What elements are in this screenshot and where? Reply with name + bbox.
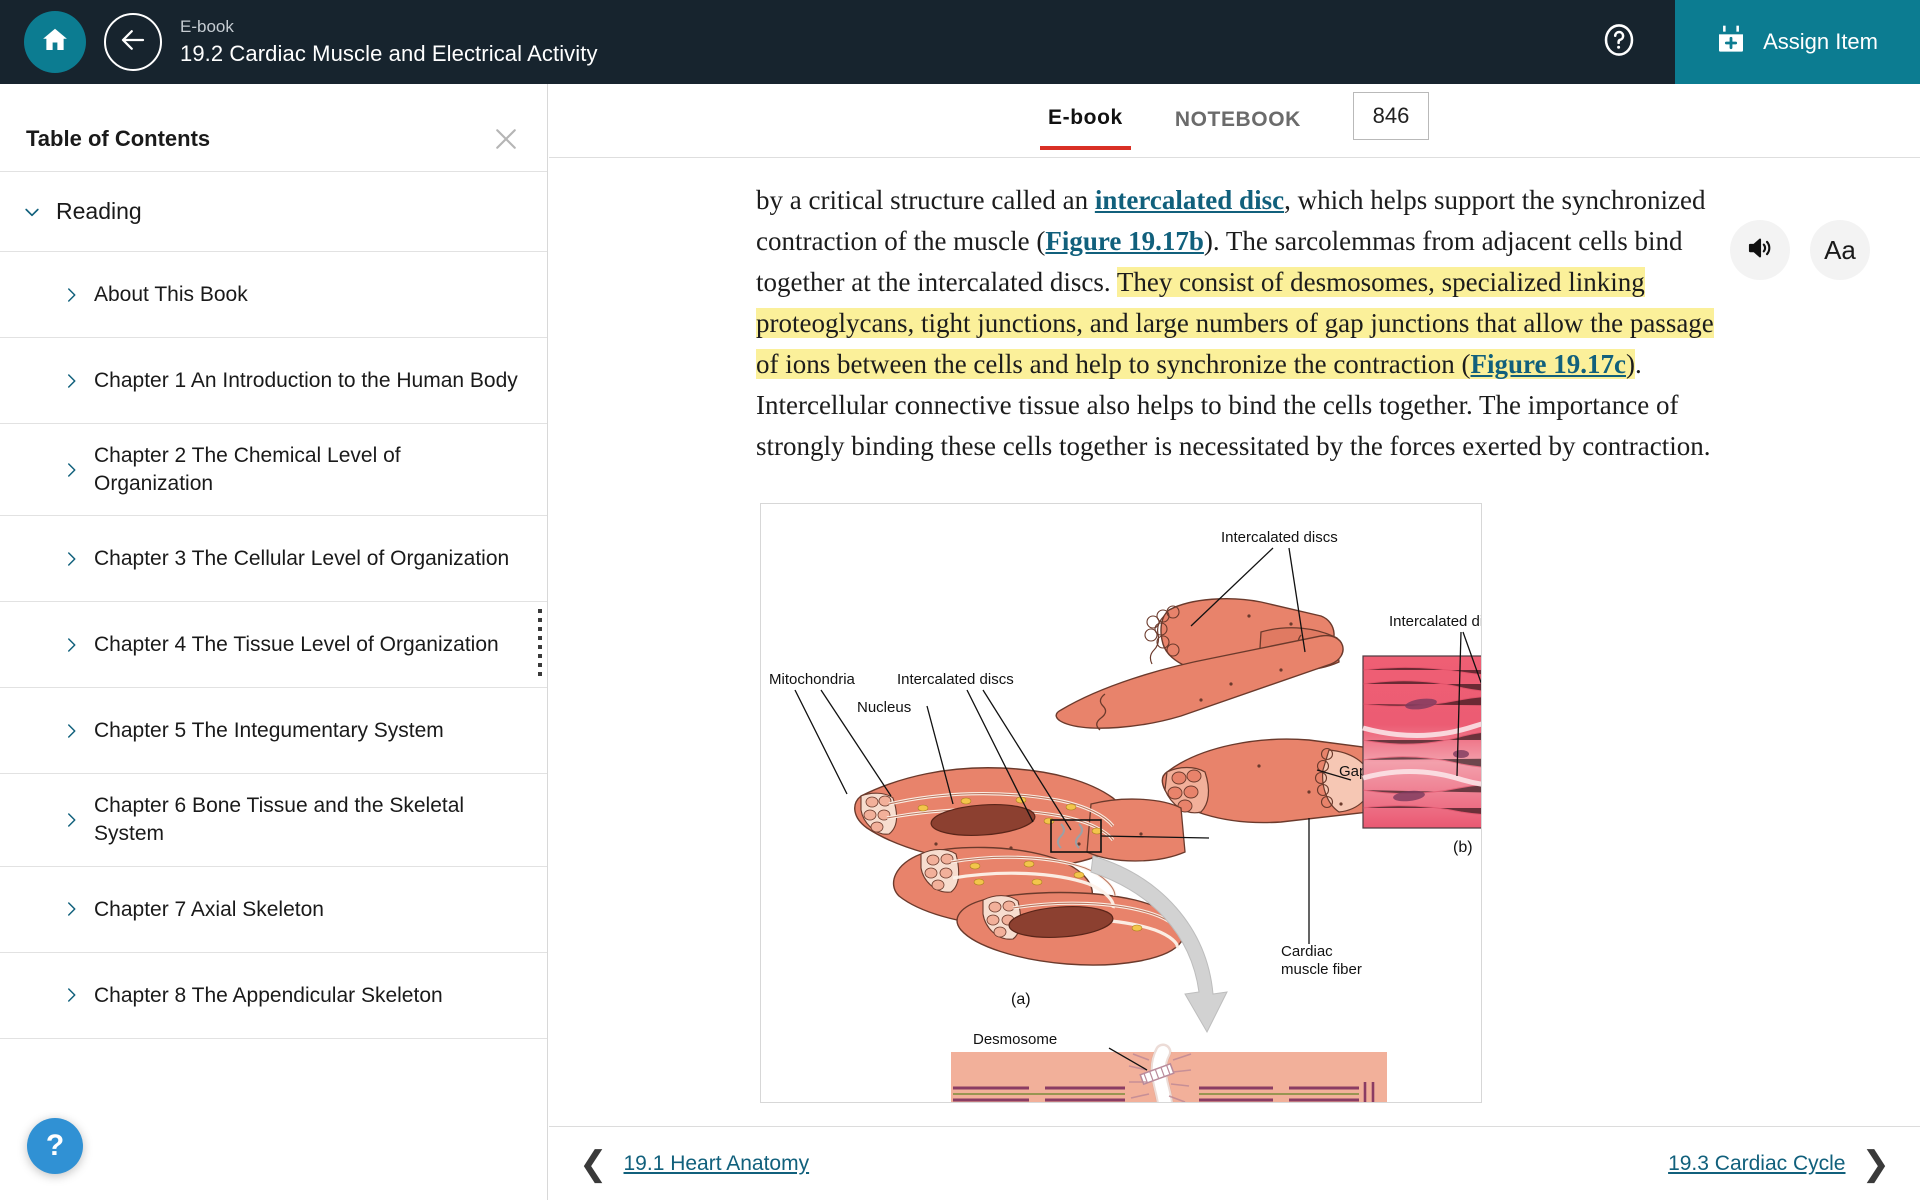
sidebar-item-chapter-6[interactable]: Chapter 6 Bone Tissue and the Skeletal S… — [0, 774, 547, 867]
next-section-label: 19.3 Cardiac Cycle — [1668, 1151, 1846, 1175]
chevron-right-icon — [62, 811, 80, 829]
prev-section-label: 19.1 Heart Anatomy — [623, 1151, 810, 1175]
sidebar-item-about-this-book[interactable]: About This Book — [0, 252, 547, 338]
sidebar-item-label: Chapter 7 Axial Skeleton — [94, 897, 324, 921]
chevron-right-icon — [62, 461, 80, 479]
highlighted-text: ) — [1626, 349, 1635, 380]
chevron-right-icon — [62, 636, 80, 654]
reader-tools: Aa — [1730, 220, 1870, 280]
figure-label-intercalated-discs-a2: Intercalated discs — [897, 671, 1014, 688]
toc-group-reading[interactable]: Reading — [0, 172, 547, 252]
read-aloud-button[interactable] — [1730, 220, 1790, 280]
figure-label-cardiac-muscle-fiber-2: muscle fiber — [1281, 961, 1362, 978]
tab-ebook[interactable]: E-book — [1040, 106, 1131, 150]
app-header: E-book 19.2 Cardiac Muscle and Electrica… — [0, 0, 1920, 84]
toc-group-label: Reading — [56, 198, 142, 224]
header-help-button[interactable] — [1597, 20, 1641, 64]
help-button[interactable]: ? — [27, 1118, 83, 1174]
speaker-icon — [1745, 233, 1775, 268]
body-text-run: by a critical structure called an — [756, 185, 1095, 215]
reader-tabbar: E-book NOTEBOOK 846 — [549, 84, 1920, 158]
chevron-right-icon — [62, 986, 80, 1004]
page-title: 19.2 Cardiac Muscle and Electrical Activ… — [180, 40, 598, 66]
assign-item-label: Assign Item — [1763, 29, 1878, 54]
sidebar-item-label: Chapter 8 The Appendicular Skeleton — [94, 983, 443, 1007]
figure-caption-b: (b) — [1453, 839, 1473, 856]
question-circle-icon — [1600, 21, 1638, 64]
reader-bottom-nav: ❮ 19.1 Heart Anatomy 19.3 Cardiac Cycle … — [549, 1126, 1920, 1200]
reader-page-column: by a critical structure called an interc… — [756, 158, 1724, 1104]
header-eyebrow: E-book — [180, 17, 234, 37]
sidebar-item-chapter-2[interactable]: Chapter 2 The Chemical Level of Organiza… — [0, 424, 547, 517]
chevron-right-icon — [62, 550, 80, 568]
chevron-right-icon: ❯ — [1861, 1144, 1891, 1183]
home-button[interactable] — [24, 11, 86, 73]
sidebar-item-label: Chapter 2 The Chemical Level of Organiza… — [94, 444, 401, 495]
text-size-icon: Aa — [1824, 234, 1856, 265]
sidebar-item-chapter-4[interactable]: Chapter 4 The Tissue Level of Organizati… — [0, 602, 547, 689]
sidebar-item-label: Chapter 6 Bone Tissue and the Skeletal S… — [94, 794, 465, 846]
figure-caption-a: (a) — [1011, 991, 1031, 1008]
close-icon[interactable] — [491, 124, 521, 154]
prev-section-link[interactable]: ❮ 19.1 Heart Anatomy — [579, 1147, 809, 1181]
reader-content: E-book NOTEBOOK 846 Aa by a critical str… — [549, 84, 1920, 1200]
reader-scroll-area[interactable]: Aa by a critical structure called an int… — [549, 158, 1920, 1126]
chevron-right-icon — [62, 372, 80, 390]
font-size-button[interactable]: Aa — [1810, 220, 1870, 280]
table-of-contents-sidebar: Table of Contents Reading About This Boo… — [0, 84, 548, 1200]
back-button[interactable] — [104, 13, 162, 71]
link-figure-19-17c[interactable]: Figure 19.17c — [1470, 349, 1626, 380]
chevron-right-icon — [62, 286, 80, 304]
assign-item-button[interactable]: Assign Item — [1675, 0, 1920, 84]
toc-header: Table of Contents — [0, 106, 547, 172]
calendar-plus-icon — [1715, 23, 1747, 61]
figure-19-17: Intercalated discs Mitochondria Intercal… — [760, 503, 1482, 1104]
sidebar-item-chapter-3[interactable]: Chapter 3 The Cellular Level of Organiza… — [0, 516, 547, 603]
header-title-block: E-book 19.2 Cardiac Muscle and Electrica… — [180, 17, 598, 67]
figure-label-desmosome: Desmosome — [973, 1031, 1057, 1048]
sidebar-item-label: Chapter 1 An Introduction to the Human B… — [94, 368, 518, 392]
sidebar-item-chapter-5[interactable]: Chapter 5 The Integumentary System — [0, 688, 547, 775]
chevron-right-icon — [62, 900, 80, 918]
tab-notebook[interactable]: NOTEBOOK — [1167, 108, 1309, 148]
chevron-down-icon — [22, 202, 42, 222]
chevron-right-icon — [62, 722, 80, 740]
figure-19-17-graphic: Intercalated discs Mitochondria Intercal… — [761, 504, 1482, 1103]
sidebar-item-label: Chapter 3 The Cellular Level of Organiza… — [94, 547, 510, 571]
sidebar-item-label: About This Book — [94, 282, 248, 306]
sidebar-item-chapter-8[interactable]: Chapter 8 The Appendicular Skeleton — [0, 953, 547, 1039]
link-figure-19-17b[interactable]: Figure 19.17b — [1045, 226, 1204, 256]
figure-label-nucleus: Nucleus — [857, 699, 911, 716]
arrow-left-icon — [118, 25, 148, 60]
page-number-input[interactable]: 846 — [1352, 91, 1429, 140]
next-section-link[interactable]: 19.3 Cardiac Cycle ❯ — [1668, 1147, 1890, 1181]
figure-label-intercalated-discs-b: Intercalated discs — [1389, 613, 1482, 630]
link-intercalated-disc[interactable]: intercalated disc — [1095, 185, 1284, 215]
sidebar-item-label: Chapter 4 The Tissue Level of Organizati… — [94, 633, 499, 657]
body-paragraph: by a critical structure called an interc… — [756, 180, 1724, 467]
help-button-label: ? — [45, 1129, 65, 1162]
sidebar-item-chapter-1[interactable]: Chapter 1 An Introduction to the Human B… — [0, 338, 547, 424]
home-icon — [40, 25, 70, 60]
figure-label-cardiac-muscle-fiber: Cardiac — [1281, 943, 1333, 960]
chevron-left-icon: ❮ — [579, 1144, 608, 1183]
sidebar-item-label: Chapter 5 The Integumentary System — [94, 719, 444, 743]
toc-title: Table of Contents — [26, 125, 211, 151]
sidebar-item-chapter-7[interactable]: Chapter 7 Axial Skeleton — [0, 867, 547, 953]
figure-label-intercalated-discs-a1: Intercalated discs — [1221, 529, 1338, 546]
figure-label-mitochondria: Mitochondria — [769, 671, 856, 688]
